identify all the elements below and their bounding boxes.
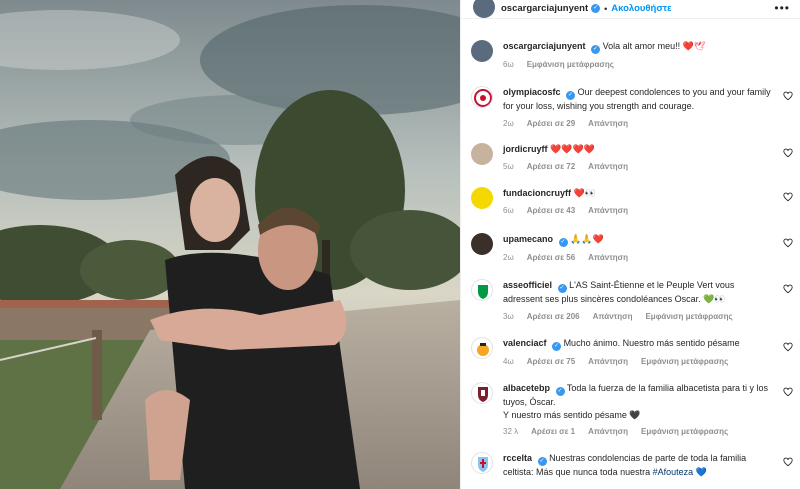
asse-logo-icon: [478, 285, 488, 299]
heart-outline-icon[interactable]: [783, 387, 793, 397]
comment-item: jordicruyff ❤️❤️❤️❤️ 5ω Αρέσει σε 72 Απά…: [471, 143, 797, 173]
comment-time[interactable]: 2ω: [503, 252, 514, 265]
comment-item: olympiacosfc ✓ Our deepest condolences t…: [471, 86, 797, 130]
heart-outline-icon[interactable]: [783, 91, 793, 101]
post-photo[interactable]: [0, 0, 460, 489]
post-username[interactable]: oscargarciajunyent: [501, 3, 588, 14]
see-translation-button[interactable]: Εμφάνιση μετάφρασης: [527, 59, 614, 72]
likes-count[interactable]: Αρέσει σε 72: [527, 161, 575, 174]
valencia-logo-icon: [477, 343, 489, 356]
avatar[interactable]: [471, 233, 493, 255]
separator-dot: •: [604, 3, 608, 14]
comment-username[interactable]: oscargarciajunyent: [503, 41, 586, 51]
praying-hands-emoji: 🙏🙏❤️: [570, 234, 604, 244]
comment-time[interactable]: 6ω: [503, 59, 514, 72]
avatar[interactable]: [471, 143, 493, 165]
post-header: oscargarciajunyent ✓ • Ακολουθήστε •••: [461, 0, 800, 19]
comment-item: upamecano ✓ 🙏🙏❤️ 2ω Αρέσει σε 56 Απάντησ…: [471, 233, 797, 265]
comment-item: valenciacf ✓ Mucho ánimo. Nuestro más se…: [471, 337, 797, 369]
comment-time[interactable]: 4ω: [503, 356, 514, 369]
comments-panel: oscargarciajunyent ✓ • Ακολουθήστε ••• o…: [460, 0, 800, 489]
verified-badge-icon: ✓: [591, 4, 601, 13]
reply-button[interactable]: Απάντηση: [588, 426, 628, 439]
heart-outline-icon[interactable]: [783, 192, 793, 202]
reply-button[interactable]: Απάντηση: [593, 311, 633, 324]
reply-button[interactable]: Απάντηση: [588, 118, 628, 131]
blue-heart-emoji: 💙: [695, 467, 707, 477]
olympiacos-logo-icon: [474, 89, 492, 107]
likes-count[interactable]: Αρέσει σε 1: [531, 426, 575, 439]
likes-count[interactable]: Αρέσει σε 43: [527, 205, 575, 218]
see-translation-button[interactable]: Εμφάνιση μετάφρασης: [645, 311, 732, 324]
post-photo-image: [0, 0, 460, 489]
avatar[interactable]: [471, 279, 493, 301]
comment-username[interactable]: rccelta: [503, 453, 532, 463]
likes-count[interactable]: Αρέσει σε 29: [527, 118, 575, 131]
heart-outline-icon[interactable]: [783, 342, 793, 352]
comment-text: Mucho ánimo. Nuestro más sentido pésame: [563, 338, 740, 348]
comment-time[interactable]: 2ω: [503, 118, 514, 131]
comment-time[interactable]: 3ω: [503, 311, 514, 324]
verified-badge-icon: ✓: [558, 238, 568, 247]
avatar[interactable]: [471, 452, 493, 474]
more-options-icon[interactable]: •••: [774, 1, 790, 15]
comment-time[interactable]: 6ω: [503, 205, 514, 218]
verified-badge-icon: ✓: [591, 45, 601, 54]
heart-outline-icon[interactable]: [783, 457, 793, 467]
likes-count[interactable]: Αρέσει σε 206: [527, 311, 580, 324]
comment-username[interactable]: fundacioncruyff: [503, 188, 571, 198]
heart-outline-icon[interactable]: [783, 284, 793, 294]
see-translation-button[interactable]: Εμφάνιση μετάφρασης: [641, 426, 728, 439]
comment-text-line2: Y nuestro más sentido pésame: [503, 409, 627, 420]
albacete-logo-icon: [478, 387, 488, 402]
reply-button[interactable]: Απάντηση: [588, 356, 628, 369]
follow-button[interactable]: Ακολουθήστε: [611, 3, 671, 14]
comment-time[interactable]: 32 λ: [503, 426, 518, 439]
heart-outline-icon[interactable]: [783, 238, 793, 248]
reply-button[interactable]: Απάντηση: [588, 161, 628, 174]
hearts-emoji: ❤️❤️❤️❤️: [550, 144, 595, 154]
comment-item: asseofficiel ✓ L'AS Saint-Étienne et le …: [471, 279, 797, 323]
avatar[interactable]: [471, 86, 493, 108]
comment-item: rccelta ✓ Nuestras condolencias de parte…: [471, 452, 797, 479]
verified-badge-icon: ✓: [555, 387, 565, 396]
comment-text: Vola alt amor meu!!: [602, 41, 681, 51]
caption: oscargarciajunyent ✓ Vola alt amor meu!!…: [471, 40, 797, 72]
comment-item: fundacioncruyff ❤️👀 6ω Αρέσει σε 43 Απάν…: [471, 187, 797, 217]
celta-logo-icon: [478, 457, 488, 472]
comment-username[interactable]: albacetebp: [503, 383, 550, 393]
avatar[interactable]: [473, 0, 495, 18]
green-heart-emoji: 💚👀: [703, 294, 726, 304]
verified-badge-icon: ✓: [552, 342, 562, 351]
comment-username[interactable]: valenciacf: [503, 338, 547, 348]
comment-username[interactable]: jordicruyff: [503, 144, 548, 154]
comment-time[interactable]: 5ω: [503, 161, 514, 174]
comment-item: albacetebp ✓ Toda la fuerza de la famili…: [471, 382, 797, 439]
see-translation-button[interactable]: Εμφάνιση μετάφρασης: [641, 356, 728, 369]
heart-eyes-emoji: ❤️👀: [573, 188, 596, 198]
avatar[interactable]: [471, 187, 493, 209]
verified-badge-icon: ✓: [566, 91, 576, 100]
comment-username[interactable]: olympiacosfc: [503, 87, 561, 97]
reply-button[interactable]: Απάντηση: [588, 205, 628, 218]
avatar[interactable]: [471, 337, 493, 359]
avatar[interactable]: [471, 40, 493, 62]
comment-username[interactable]: asseofficiel: [503, 280, 552, 290]
avatar[interactable]: [471, 382, 493, 404]
hashtag-link[interactable]: #Afouteza: [653, 467, 694, 477]
verified-badge-icon: ✓: [537, 457, 547, 466]
likes-count[interactable]: Αρέσει σε 75: [527, 356, 575, 369]
verified-badge-icon: ✓: [557, 284, 567, 293]
black-heart-emoji: 🖤: [629, 409, 641, 420]
heart-outline-icon[interactable]: [783, 148, 793, 158]
likes-count[interactable]: Αρέσει σε 56: [527, 252, 575, 265]
reply-button[interactable]: Απάντηση: [588, 252, 628, 265]
comment-username[interactable]: upamecano: [503, 234, 553, 244]
heart-dove-emoji: ❤️🕊: [682, 41, 706, 51]
